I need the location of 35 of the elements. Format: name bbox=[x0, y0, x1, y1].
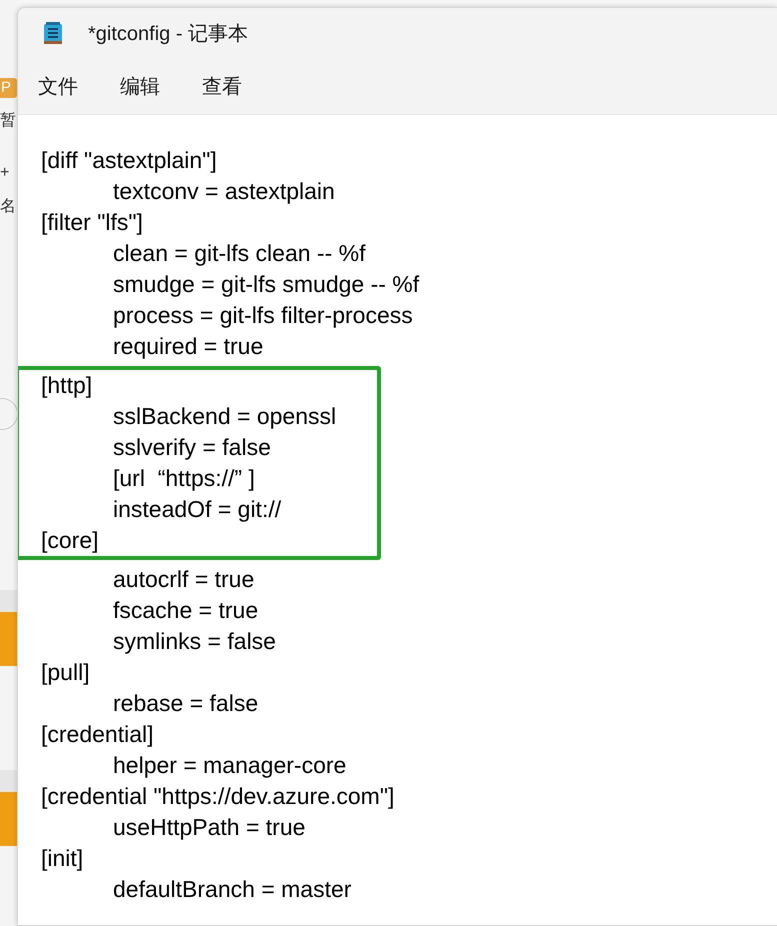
text-line: process = git-lfs filter-process bbox=[113, 301, 413, 330]
text-line: [filter "lfs"] bbox=[41, 208, 143, 237]
menu-item[interactable]: 查看 bbox=[202, 68, 242, 104]
text-line: [core] bbox=[41, 526, 99, 555]
text-line: autocrlf = true bbox=[113, 565, 254, 594]
text-line: [credential "https://dev.azure.com"] bbox=[41, 782, 394, 811]
background-text: 名 bbox=[0, 197, 16, 217]
background-text: 暂 bbox=[0, 110, 16, 131]
text-line: [http] bbox=[41, 371, 92, 400]
text-line: defaultBranch = master bbox=[113, 875, 352, 904]
background-text: + bbox=[0, 163, 10, 183]
text-line: fscache = true bbox=[113, 596, 258, 625]
text-line: useHttpPath = true bbox=[113, 813, 306, 842]
text-line: symlinks = false bbox=[113, 627, 276, 656]
text-line: sslBackend = openssl bbox=[113, 402, 336, 431]
text-line: rebase = false bbox=[113, 689, 258, 718]
notepad-icon bbox=[44, 22, 62, 44]
text-line: [url “https://” ] bbox=[113, 464, 255, 493]
window-title: *gitconfig - 记事本 bbox=[88, 22, 248, 46]
text-line: sslverify = false bbox=[113, 433, 271, 462]
text-line: insteadOf = git:// bbox=[113, 495, 282, 524]
text-line: textconv = astextplain bbox=[113, 177, 335, 206]
text-line: clean = git-lfs clean -- %f bbox=[113, 239, 366, 268]
text-line: helper = manager-core bbox=[113, 751, 346, 780]
menu-item[interactable]: 编辑 bbox=[120, 68, 160, 104]
menu-item[interactable]: 文件 bbox=[38, 68, 78, 104]
banner-panel bbox=[0, 612, 17, 666]
text-line: [diff "astextplain"] bbox=[41, 146, 217, 175]
app-badge: P bbox=[0, 78, 17, 98]
text-line: [credential] bbox=[41, 720, 154, 749]
banner-panel bbox=[0, 792, 17, 846]
text-line: [init] bbox=[41, 844, 84, 873]
text-line: required = true bbox=[113, 332, 264, 361]
text-line: [pull] bbox=[41, 658, 90, 687]
text-line: smudge = git-lfs smudge -- %f bbox=[113, 270, 420, 299]
